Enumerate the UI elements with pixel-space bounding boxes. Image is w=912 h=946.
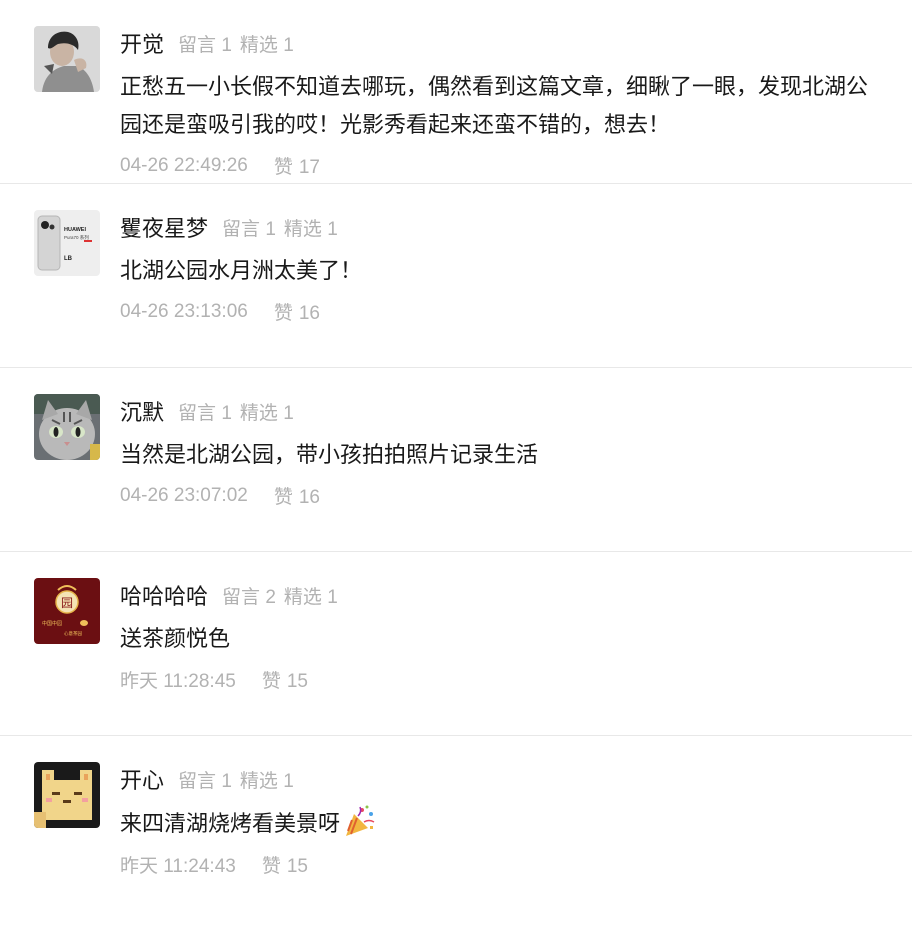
avatar[interactable] bbox=[34, 762, 100, 828]
avatar[interactable]: HUAWEI Pura70 系列 LB bbox=[34, 210, 100, 276]
comment-time: 昨天 11:24:43 bbox=[120, 856, 236, 877]
messages-count: 1 bbox=[221, 34, 232, 56]
user-stats: 留言 1 精选 1 bbox=[178, 398, 294, 425]
comment-content: 哈哈哈哈 留言 2 精选 1 送茶颜悦色 昨天 11:28:45 赞 15 bbox=[120, 578, 872, 693]
person-photo-icon bbox=[34, 26, 100, 92]
featured-count: 1 bbox=[283, 770, 294, 792]
comment-text: 当然是北湖公园，带小孩拍拍照片记录生活 bbox=[120, 442, 539, 467]
logo-seal-text: 园 bbox=[61, 596, 73, 610]
like-count: 16 bbox=[298, 303, 320, 324]
like-button[interactable]: 赞 15 bbox=[256, 851, 308, 878]
comment-content: 开心 留言 1 精选 1 来四清湖烧烤看美景呀 昨天 11:24:43 赞 15 bbox=[120, 762, 872, 878]
comment-meta: 哈哈哈哈 留言 2 精选 1 bbox=[120, 578, 872, 612]
like-count: 17 bbox=[298, 157, 320, 178]
messages-count: 1 bbox=[221, 770, 232, 792]
like-button[interactable]: 赞 16 bbox=[268, 482, 320, 509]
phone-brand-text: HUAWEI bbox=[64, 227, 86, 233]
featured-label: 精选 bbox=[283, 586, 322, 608]
messages-label: 留言 bbox=[222, 586, 261, 608]
comment-time: 04-26 23:07:02 bbox=[120, 484, 248, 506]
logo-left-text: 中国中园 bbox=[42, 620, 62, 627]
comment-footer: 昨天 11:28:45 赞 15 bbox=[120, 666, 872, 693]
like-button[interactable]: 赞 17 bbox=[268, 152, 320, 179]
featured-label: 精选 bbox=[283, 218, 322, 240]
featured-count: 1 bbox=[283, 402, 294, 424]
featured-count: 1 bbox=[327, 586, 338, 608]
messages-count: 2 bbox=[265, 586, 276, 608]
nickname[interactable]: 开觉 bbox=[120, 27, 164, 59]
avatar[interactable] bbox=[34, 394, 100, 460]
nickname[interactable]: 矍夜星梦 bbox=[120, 211, 208, 243]
messages-label: 留言 bbox=[222, 218, 261, 240]
comment-text: 送茶颜悦色 bbox=[120, 626, 231, 651]
comment-footer: 04-26 23:07:02 赞 16 bbox=[120, 482, 872, 509]
nickname[interactable]: 开心 bbox=[120, 763, 164, 795]
comment-footer: 04-26 22:49:26 赞 17 bbox=[120, 152, 872, 179]
like-count: 16 bbox=[298, 487, 320, 508]
comment-meta: 沉默 留言 1 精选 1 bbox=[120, 394, 872, 428]
like-label: 赞 bbox=[273, 303, 293, 324]
tea-brand-logo-icon: 园 中国中园 心意茶园 bbox=[34, 578, 100, 644]
nickname[interactable]: 哈哈哈哈 bbox=[120, 579, 208, 611]
featured-label: 精选 bbox=[239, 770, 278, 792]
comment-item: 开心 留言 1 精选 1 来四清湖烧烤看美景呀 昨天 11:24:43 赞 15 bbox=[0, 736, 912, 920]
like-count: 15 bbox=[286, 856, 308, 877]
comment-item: 沉默 留言 1 精选 1 当然是北湖公园，带小孩拍拍照片记录生活 04-26 23… bbox=[0, 368, 912, 552]
like-button[interactable]: 赞 15 bbox=[256, 666, 308, 693]
comment-content: 沉默 留言 1 精选 1 当然是北湖公园，带小孩拍拍照片记录生活 04-26 23… bbox=[120, 394, 872, 509]
like-label: 赞 bbox=[261, 671, 281, 692]
phone-photo-icon: HUAWEI Pura70 系列 LB bbox=[34, 210, 100, 276]
comment-footer: 04-26 23:13:06 赞 16 bbox=[120, 298, 872, 325]
user-stats: 留言 1 精选 1 bbox=[222, 214, 338, 241]
like-label: 赞 bbox=[273, 487, 293, 508]
featured-label: 精选 bbox=[239, 402, 278, 424]
comment-content: 开觉 留言 1 精选 1 正愁五一小长假不知道去哪玩，偶然看到这篇文章，细瞅了一眼… bbox=[120, 26, 872, 179]
featured-count: 1 bbox=[283, 34, 294, 56]
comment-meta: 开心 留言 1 精选 1 bbox=[120, 762, 872, 796]
avatar[interactable]: 园 中国中园 心意茶园 bbox=[34, 578, 100, 644]
like-button[interactable]: 赞 16 bbox=[268, 298, 320, 325]
comment-meta: 开觉 留言 1 精选 1 bbox=[120, 26, 872, 60]
comment-time: 04-26 22:49:26 bbox=[120, 154, 248, 176]
comment-item: HUAWEI Pura70 系列 LB 矍夜星梦 留言 1 精选 1 北湖公园水月… bbox=[0, 184, 912, 368]
messages-label: 留言 bbox=[178, 402, 217, 424]
user-stats: 留言 1 精选 1 bbox=[178, 30, 294, 57]
messages-count: 1 bbox=[221, 402, 232, 424]
nickname[interactable]: 沉默 bbox=[120, 395, 164, 427]
like-count: 15 bbox=[286, 671, 308, 692]
messages-label: 留言 bbox=[178, 770, 217, 792]
user-stats: 留言 1 精选 1 bbox=[178, 766, 294, 793]
messages-label: 留言 bbox=[178, 34, 217, 56]
comment-list: 开觉 留言 1 精选 1 正愁五一小长假不知道去哪玩，偶然看到这篇文章，细瞅了一眼… bbox=[0, 0, 912, 920]
comment-time: 昨天 11:28:45 bbox=[120, 671, 236, 692]
comment-meta: 矍夜星梦 留言 1 精选 1 bbox=[120, 210, 872, 244]
comment-time: 04-26 23:13:06 bbox=[120, 300, 248, 322]
pixel-cat-icon bbox=[34, 762, 100, 828]
comment-footer: 昨天 11:24:43 赞 15 bbox=[120, 851, 872, 878]
comment-text-body: 来四清湖烧烤看美景呀 bbox=[120, 811, 341, 836]
comment-text: 北湖公园水月洲太美了！ bbox=[120, 258, 363, 283]
user-stats: 留言 2 精选 1 bbox=[222, 582, 338, 609]
like-label: 赞 bbox=[261, 856, 281, 877]
logo-right-text: 心意茶园 bbox=[64, 630, 82, 637]
comment-item: 开觉 留言 1 精选 1 正愁五一小长假不知道去哪玩，偶然看到这篇文章，细瞅了一眼… bbox=[0, 0, 912, 184]
avatar[interactable] bbox=[34, 26, 100, 92]
comment-content: 矍夜星梦 留言 1 精选 1 北湖公园水月洲太美了！ 04-26 23:13:06… bbox=[120, 210, 872, 325]
comment-item: 园 中国中园 心意茶园 哈哈哈哈 留言 2 精选 1 送茶颜悦色 昨天 11:28… bbox=[0, 552, 912, 736]
comment-text: 来四清湖烧烤看美景呀 bbox=[120, 804, 870, 843]
like-label: 赞 bbox=[273, 157, 293, 178]
featured-label: 精选 bbox=[239, 34, 278, 56]
messages-count: 1 bbox=[265, 218, 276, 240]
phone-model-text: Pura70 系列 bbox=[64, 234, 89, 241]
comment-text: 正愁五一小长假不知道去哪玩，偶然看到这篇文章，细瞅了一眼，发现北湖公园还是蛮吸引… bbox=[120, 74, 869, 137]
party-popper-icon bbox=[346, 805, 375, 836]
phone-lb-text: LB bbox=[64, 256, 73, 262]
cat-photo-icon bbox=[34, 394, 100, 460]
featured-count: 1 bbox=[327, 218, 338, 240]
